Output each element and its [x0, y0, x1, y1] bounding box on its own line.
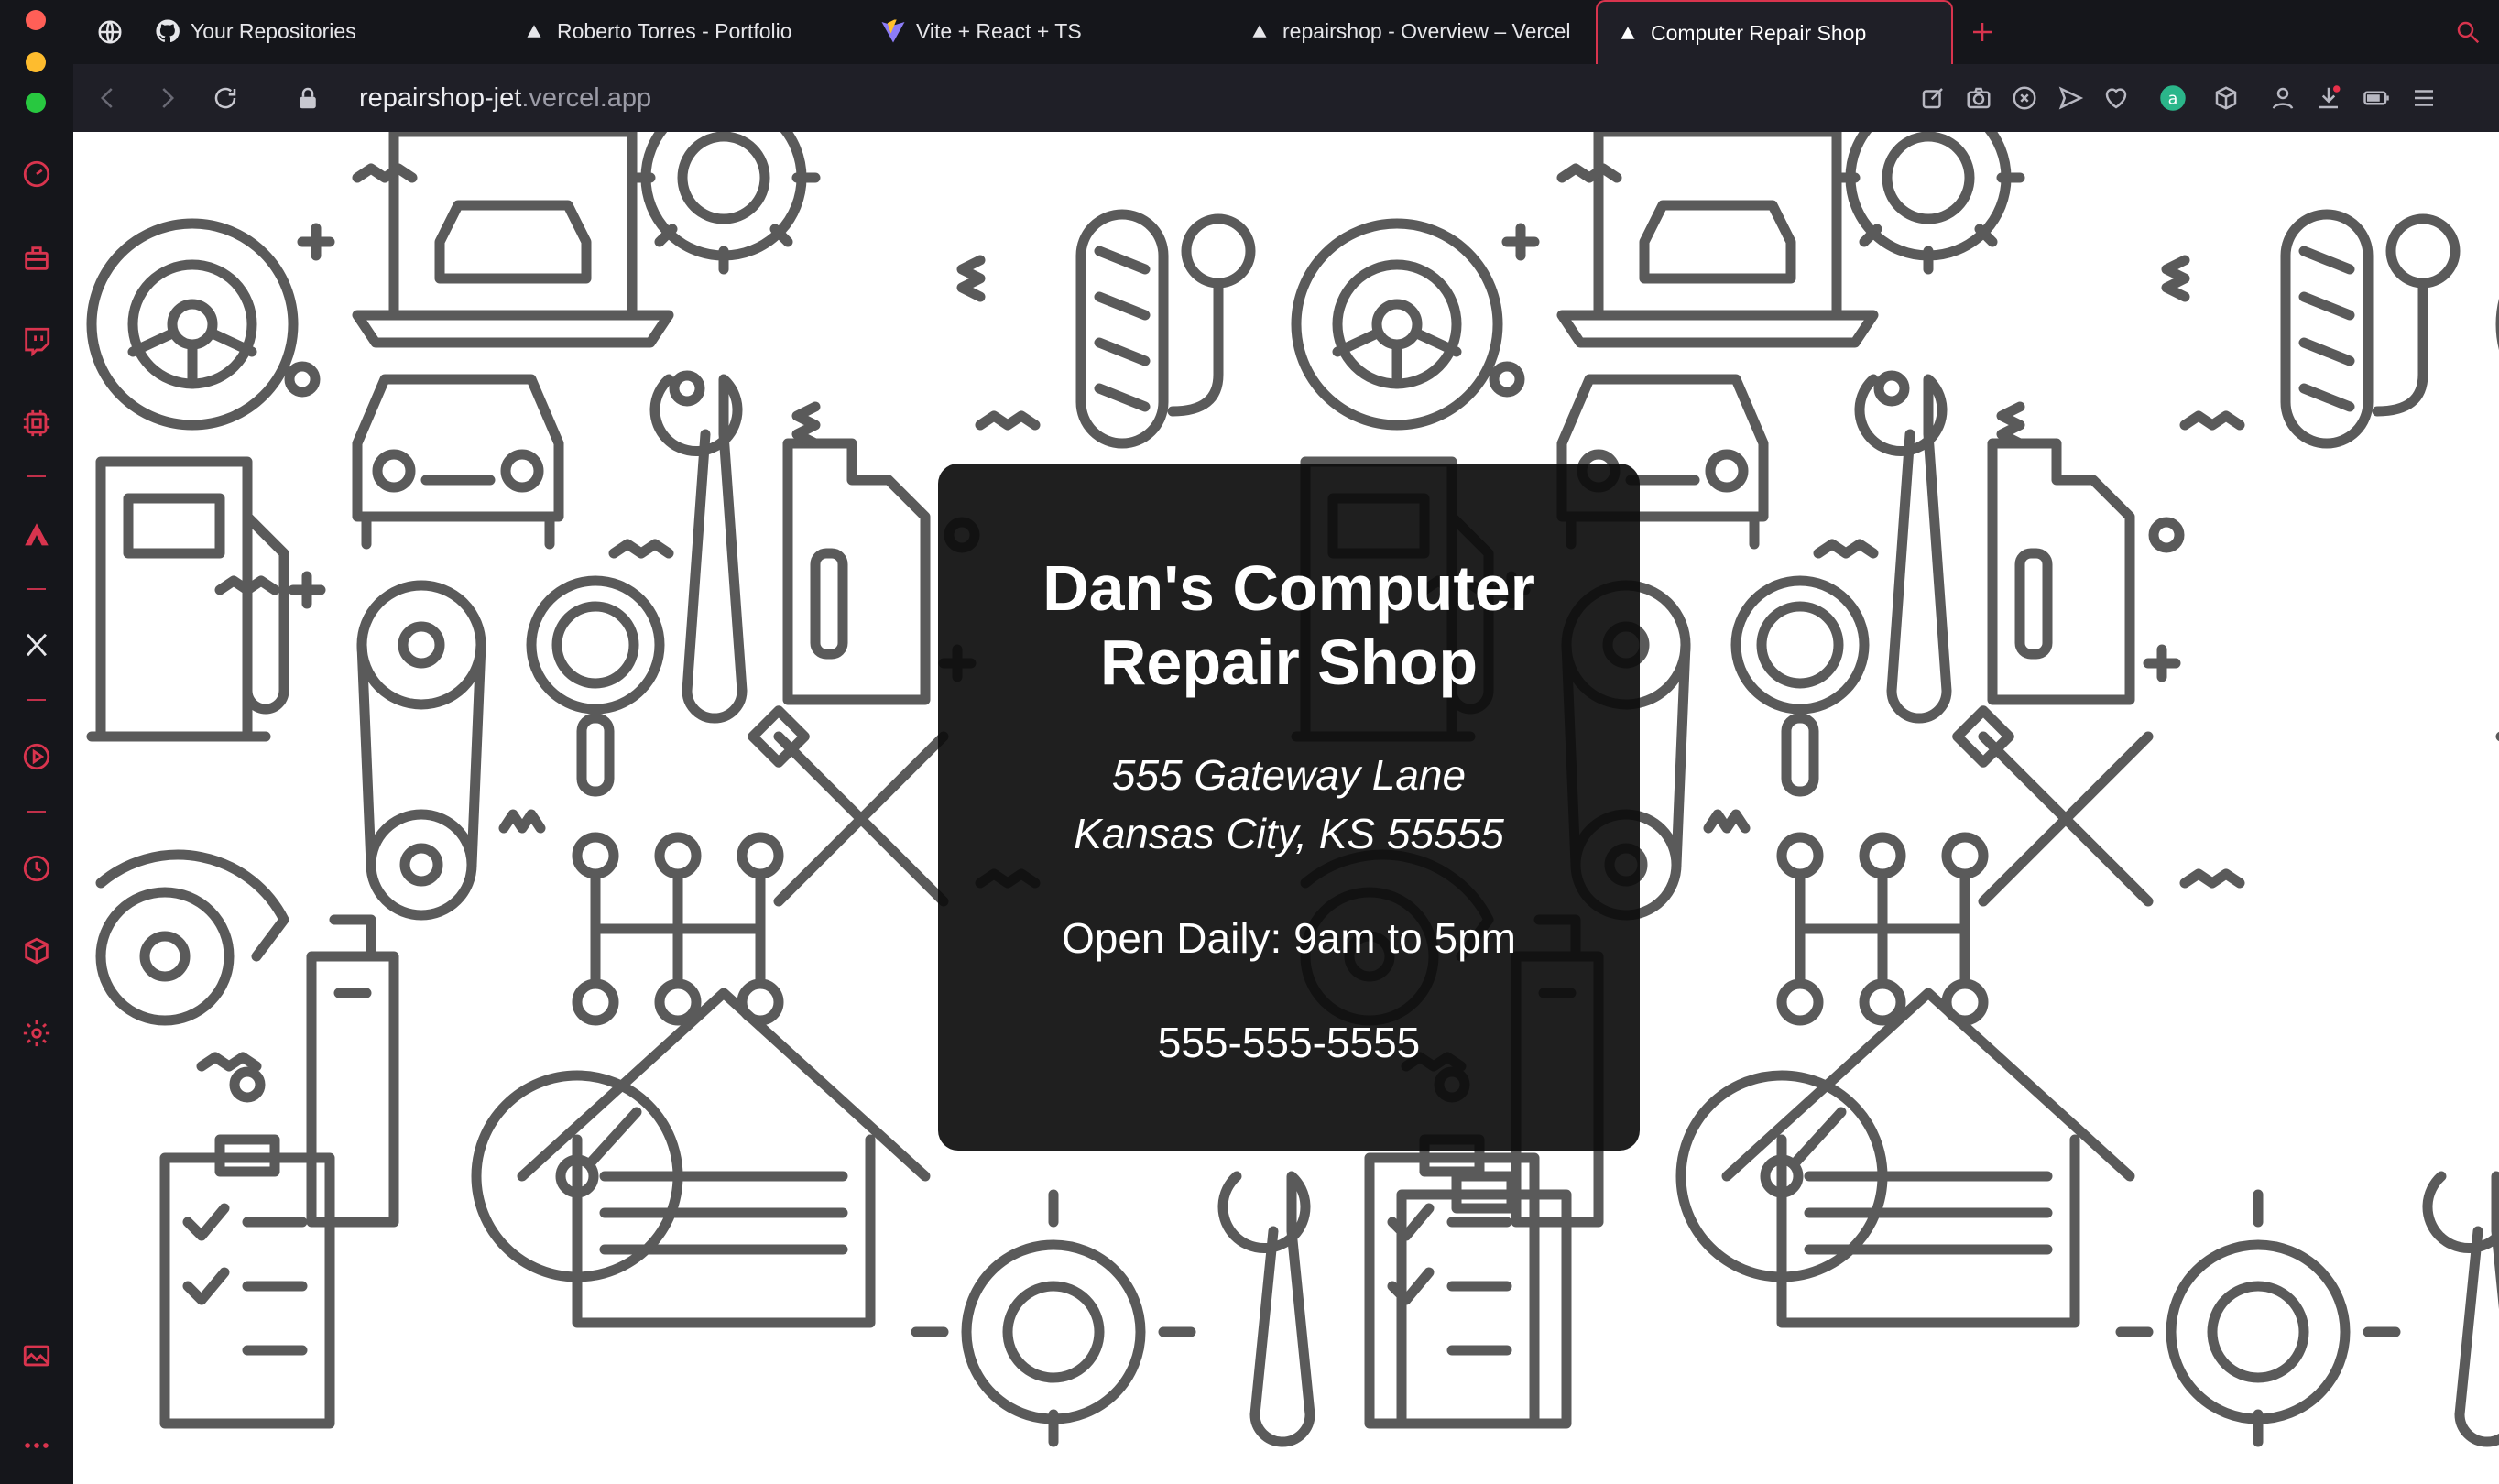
page-title: Dan's Computer Repair Shop	[938, 551, 1640, 700]
tab-label: Computer Repair Shop	[1651, 20, 1867, 45]
reload-button[interactable]	[205, 78, 246, 118]
twitch-icon[interactable]	[16, 321, 57, 361]
github-icon	[154, 17, 181, 45]
sidebar-divider	[27, 699, 46, 701]
title-line-1: Dan's Computer	[1042, 552, 1535, 624]
gallery-icon[interactable]	[16, 1336, 57, 1376]
tab-your-repositories[interactable]: Your Repositories	[154, 0, 356, 62]
history-icon[interactable]	[16, 848, 57, 889]
shop-phone[interactable]: 555-555-5555	[938, 1013, 1640, 1072]
tab-bar: Your Repositories Roberto Torres - Portf…	[73, 0, 2499, 64]
tab-label: Your Repositories	[191, 18, 356, 43]
url-host: repairshop-jet	[359, 83, 522, 113]
address-line-2: Kansas City, KS 55555	[1074, 810, 1504, 857]
tab-label: Roberto Torres - Portfolio	[557, 18, 792, 43]
sidebar-divider	[27, 811, 46, 813]
svg-text:a: a	[2168, 90, 2178, 108]
heart-icon[interactable]	[2098, 80, 2134, 116]
close-window-button[interactable]	[26, 10, 46, 30]
download-icon[interactable]	[2310, 80, 2347, 116]
new-tab-button[interactable]	[1962, 12, 2002, 52]
battery-icon[interactable]	[2358, 80, 2395, 116]
back-button[interactable]	[88, 78, 128, 118]
vercel-triangle-icon	[1614, 19, 1642, 47]
vercel-triangle-icon	[520, 17, 548, 45]
aria-assistant-icon[interactable]: a	[2155, 80, 2191, 116]
minimize-window-button[interactable]	[26, 52, 46, 72]
maximize-window-button[interactable]	[26, 93, 46, 113]
settings-icon[interactable]	[16, 1013, 57, 1053]
address-line-1: 555 Gateway Lane	[1111, 751, 1467, 799]
tab-computer-repair-shop[interactable]: Computer Repair Shop	[1596, 0, 1953, 64]
box-icon[interactable]	[16, 931, 57, 971]
more-icon[interactable]	[16, 1425, 57, 1466]
forward-button[interactable]	[147, 78, 187, 118]
tab-vite-react[interactable]: Vite + React + TS	[879, 0, 1082, 62]
vite-icon	[879, 17, 907, 45]
x-twitter-icon[interactable]	[16, 625, 57, 665]
url-domain: .vercel.app	[521, 83, 652, 113]
vercel-triangle-icon	[1246, 17, 1273, 45]
tab-label: repairshop - Overview – Vercel	[1282, 18, 1571, 43]
send-icon[interactable]	[2052, 80, 2089, 116]
tab-portfolio[interactable]: Roberto Torres - Portfolio	[520, 0, 792, 62]
sidebar-divider	[27, 475, 46, 477]
tab-label: Vite + React + TS	[916, 18, 1082, 43]
page-viewport: Dan's Computer Repair Shop 555 Gateway L…	[73, 132, 2499, 1484]
speed-dial-icon[interactable]	[16, 154, 57, 194]
shop-hours: Open Daily: 9am to 5pm	[1061, 914, 1516, 962]
menu-icon[interactable]	[2406, 80, 2442, 116]
cube-icon[interactable]	[2208, 80, 2244, 116]
globe-icon[interactable]	[90, 12, 130, 52]
shop-address: 555 Gateway Lane Kansas City, KS 55555	[938, 746, 1640, 863]
tab-vercel-overview[interactable]: repairshop - Overview – Vercel	[1246, 0, 1570, 62]
player-icon[interactable]	[16, 737, 57, 777]
workspaces-icon[interactable]	[16, 238, 57, 278]
url-field[interactable]: repairshop-jet.vercel.app	[359, 64, 651, 132]
search-tabs-icon[interactable]	[2448, 12, 2488, 52]
profile-icon[interactable]	[2264, 80, 2301, 116]
shop-info-card: Dan's Computer Repair Shop 555 Gateway L…	[938, 464, 1640, 1151]
edit-page-icon[interactable]	[1915, 80, 1951, 116]
extensions-icon[interactable]	[16, 403, 57, 443]
lock-icon[interactable]	[288, 78, 328, 118]
sidebar-divider	[27, 588, 46, 590]
camera-icon[interactable]	[1960, 80, 1997, 116]
browser-sidebar	[0, 0, 73, 1484]
address-bar: repairshop-jet.vercel.app a	[73, 64, 2499, 132]
aria-icon[interactable]	[16, 515, 57, 555]
title-line-2: Repair Shop	[1099, 627, 1479, 698]
ad-blocker-icon[interactable]	[2006, 80, 2043, 116]
